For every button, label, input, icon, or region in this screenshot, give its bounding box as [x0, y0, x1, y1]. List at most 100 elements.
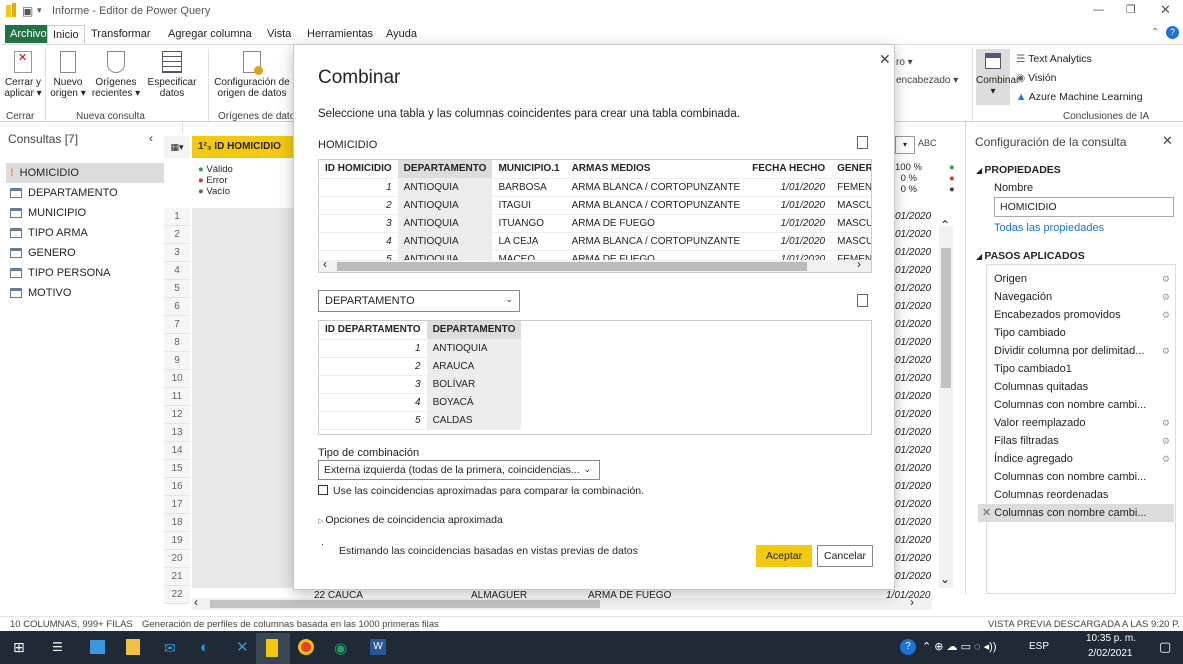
- save-icon[interactable]: ▣: [22, 4, 33, 18]
- t1-header[interactable]: GENERO: [831, 160, 871, 179]
- t2-header[interactable]: ID DEPARTAMENTO: [319, 321, 427, 340]
- nuevo-origen-button[interactable]: Nuevo origen ▾: [48, 51, 88, 99]
- step-settings-icon[interactable]: ⚙: [1162, 432, 1170, 450]
- especificar-datos-button[interactable]: Especificar datos: [143, 51, 201, 99]
- t1-row[interactable]: 3 ANTIOQUIA ITUANGO ARMA DE FUEGO 1/01/2020 M…: [319, 214, 871, 233]
- query-item-genero[interactable]: GENERO: [10, 243, 180, 263]
- t1-row[interactable]: 4 ANTIOQUIA LA CEJA ARMA BLANCA / CORTOPUNZ…: [319, 232, 871, 251]
- vertical-scrollbar[interactable]: [939, 226, 953, 588]
- row-number[interactable]: 9: [164, 352, 190, 370]
- file-explorer-icon[interactable]: [126, 639, 140, 655]
- applied-step[interactable]: Filas filtradas ⚙: [994, 432, 1174, 450]
- config-origen-button[interactable]: Configuración de origen de datos: [212, 51, 292, 99]
- t1-header[interactable]: MUNICIPIO.1: [492, 160, 566, 179]
- table2-preview[interactable]: ID DEPARTAMENTO DEPARTAMENTO 1 ANTIOQUIA 2 AR…: [318, 320, 872, 435]
- applied-step[interactable]: Encabezados promovidos ⚙: [994, 306, 1174, 324]
- step-settings-icon[interactable]: ⚙: [1162, 450, 1170, 468]
- fuzzy-options-toggle[interactable]: ▷ Opciones de coincidencia aproximada: [318, 514, 503, 526]
- collapse-ribbon-icon[interactable]: ⌃: [1151, 27, 1159, 38]
- tab-herramientas[interactable]: Herramientas: [302, 25, 378, 43]
- step-settings-icon[interactable]: ⚙: [1162, 342, 1170, 360]
- scroll-left-icon[interactable]: ‹: [194, 595, 198, 609]
- word-icon[interactable]: W: [370, 639, 386, 655]
- delete-step-icon[interactable]: ✕: [982, 507, 994, 519]
- query-item-motivo[interactable]: MOTIVO: [10, 283, 180, 303]
- applied-step[interactable]: Tipo cambiado1: [994, 360, 1174, 378]
- fuzzy-checkbox-row[interactable]: Use las coincidencias aproximadas para c…: [318, 485, 644, 497]
- help-tray-icon[interactable]: ?: [900, 639, 916, 655]
- tab-agregar-columna[interactable]: Agregar columna: [163, 25, 257, 43]
- scroll-down-icon[interactable]: ⌄: [940, 572, 950, 586]
- row-number[interactable]: 14: [164, 442, 190, 460]
- restore-icon[interactable]: ❐: [1126, 3, 1136, 16]
- fuzzy-checkbox[interactable]: [318, 485, 328, 495]
- row-number[interactable]: 1: [164, 208, 190, 226]
- table1-hscroll[interactable]: ‹ ›: [319, 257, 871, 272]
- step-settings-icon[interactable]: ⚙: [1162, 270, 1170, 288]
- tray-icons[interactable]: ⌃ ⊕ ☁ ▭ ◌ ◂)): [922, 640, 997, 653]
- table-menu-icon[interactable]: ▦▾: [164, 136, 190, 158]
- row-number[interactable]: 19: [164, 532, 190, 550]
- combinar-button[interactable]: Combinar ▾: [976, 49, 1019, 105]
- tab-inicio[interactable]: Inicio: [47, 25, 85, 43]
- row-number[interactable]: 8: [164, 334, 190, 352]
- close-settings-icon[interactable]: ✕: [1162, 133, 1173, 149]
- tab-ayuda[interactable]: Ayuda: [381, 25, 422, 43]
- desktop-icon[interactable]: [90, 640, 105, 654]
- status-profiling[interactable]: Generación de perfiles de columnas basad…: [142, 619, 439, 630]
- azure-ml-button[interactable]: ▲ Azure Machine Learning: [1016, 91, 1143, 103]
- todas-propiedades-link[interactable]: Todas las propiedades: [994, 222, 1104, 234]
- chrome-icon[interactable]: [298, 639, 314, 655]
- table2-select[interactable]: DEPARTAMENTO ⌄: [318, 290, 520, 312]
- nombre-input[interactable]: HOMICIDIO: [994, 197, 1174, 217]
- powerbi-taskbar-item[interactable]: [256, 633, 290, 664]
- row-number[interactable]: 2: [164, 226, 190, 244]
- step-settings-icon[interactable]: ⚙: [1162, 288, 1170, 306]
- t1-header[interactable]: DEPARTAMENTO: [397, 160, 493, 179]
- applied-step[interactable]: Valor reemplazado ⚙: [994, 414, 1174, 432]
- help-icon[interactable]: ?: [1166, 26, 1179, 39]
- scroll-right-icon[interactable]: ›: [910, 595, 914, 609]
- row-number[interactable]: 7: [164, 316, 190, 334]
- minimize-icon[interactable]: —: [1093, 4, 1104, 16]
- preview-file-icon[interactable]: [857, 136, 868, 149]
- row-number[interactable]: 13: [164, 424, 190, 442]
- vision-button[interactable]: ◉ Visión: [1016, 72, 1057, 84]
- step-settings-icon[interactable]: ⚙: [1162, 414, 1170, 432]
- t2-row[interactable]: 5 CALDAS: [319, 411, 522, 430]
- scroll-right-icon[interactable]: ›: [857, 257, 861, 271]
- notifications-icon[interactable]: ▢: [1159, 639, 1171, 655]
- vscode-icon[interactable]: ✕: [236, 638, 249, 656]
- clock-time[interactable]: 10:35 p. m.: [1086, 633, 1136, 644]
- row-number[interactable]: 11: [164, 388, 190, 406]
- applied-step[interactable]: Tipo cambiado: [994, 324, 1174, 342]
- tab-vista[interactable]: Vista: [262, 25, 296, 43]
- column-header-id-homicidio[interactable]: 1²₃ ID HOMICIDIO: [192, 136, 298, 158]
- applied-step[interactable]: Columnas con nombre cambi...: [994, 396, 1174, 414]
- tab-archivo[interactable]: Archivo: [5, 25, 52, 43]
- row-number[interactable]: 5: [164, 280, 190, 298]
- applied-step[interactable]: Índice agregado ⚙: [994, 450, 1174, 468]
- query-item-municipio[interactable]: MUNICIPIO: [10, 203, 180, 223]
- windows-start-icon[interactable]: ⊞: [13, 639, 25, 656]
- row-number[interactable]: 6: [164, 298, 190, 316]
- t1-header[interactable]: FECHA HECHO: [746, 160, 832, 179]
- close-window-icon[interactable]: ✕: [1160, 2, 1171, 18]
- pasos-header[interactable]: ◢ PASOS APLICADOS: [976, 250, 1085, 262]
- tab-transformar[interactable]: Transformar: [86, 25, 156, 43]
- edge-icon[interactable]: ◐: [200, 639, 209, 656]
- query-item-tipo-persona[interactable]: TIPO PERSONA: [10, 263, 180, 283]
- t2-row[interactable]: 2 ARAUCA: [319, 357, 522, 376]
- applied-step[interactable]: ✕ Columnas con nombre cambi...: [978, 504, 1174, 522]
- row-number[interactable]: 21: [164, 568, 190, 586]
- scroll-up-icon[interactable]: ⌃: [940, 218, 950, 232]
- applied-step[interactable]: Columnas reordenadas: [994, 486, 1174, 504]
- app-icon[interactable]: ◉: [334, 639, 347, 657]
- t1-header[interactable]: ARMAS MEDIOS: [565, 160, 747, 179]
- cancelar-button[interactable]: Cancelar: [817, 545, 873, 567]
- row-number[interactable]: 16: [164, 478, 190, 496]
- row-number[interactable]: 20: [164, 550, 190, 568]
- t2-header[interactable]: DEPARTAMENTO: [426, 321, 522, 340]
- applied-step[interactable]: Origen ⚙: [994, 270, 1174, 288]
- scroll-left-icon[interactable]: ‹: [323, 257, 327, 271]
